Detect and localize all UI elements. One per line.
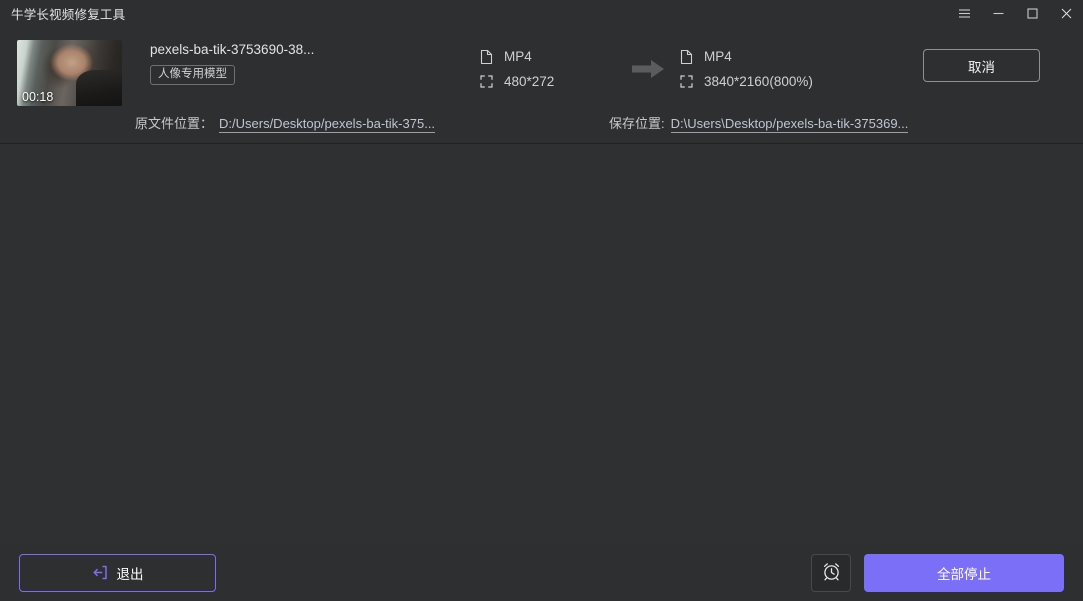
output-resolution-row: 3840*2160(800%) bbox=[678, 69, 878, 94]
output-path-link[interactable]: D:\Users\Desktop/pexels-ba-tik-375369... bbox=[670, 116, 909, 133]
source-resolution-row: 480*272 bbox=[478, 69, 618, 94]
source-path-link[interactable]: D:/Users/Desktop/pexels-ba-tik-375... bbox=[219, 116, 436, 133]
resize-icon bbox=[678, 73, 695, 90]
cancel-button-wrap: 取消 bbox=[923, 40, 1083, 82]
output-format-block: MP4 3840*2160(800%) bbox=[678, 40, 878, 94]
close-button[interactable] bbox=[1049, 0, 1083, 26]
output-path-label: 保存位置: bbox=[609, 116, 665, 131]
maximize-icon bbox=[1025, 6, 1040, 21]
output-resolution-value: 3840*2160(800%) bbox=[704, 74, 813, 89]
file-icon bbox=[678, 48, 695, 65]
title-bar: 牛学长视频修复工具 bbox=[0, 0, 1083, 26]
resize-icon bbox=[478, 73, 495, 90]
menu-button[interactable] bbox=[947, 0, 981, 26]
output-format-row: MP4 bbox=[678, 44, 878, 69]
app-window: 牛学长视频修复工具 00:18 pexels-ba-tik-3753690-38… bbox=[0, 0, 1083, 601]
close-icon bbox=[1059, 6, 1074, 21]
source-path-label: 原文件位置： bbox=[135, 116, 214, 131]
source-resolution-value: 480*272 bbox=[504, 74, 555, 89]
hamburger-icon bbox=[957, 6, 972, 21]
alarm-clock-icon bbox=[821, 561, 842, 585]
timer-button[interactable] bbox=[811, 553, 851, 592]
source-format-block: MP4 480*272 bbox=[478, 40, 618, 94]
conversion-arrow bbox=[618, 40, 678, 85]
task-list-area bbox=[0, 144, 1083, 544]
video-duration: 00:18 bbox=[22, 90, 54, 104]
paths-row: 原文件位置： D:/Users/Desktop/pexels-ba-tik-37… bbox=[0, 110, 1083, 136]
output-format-value: MP4 bbox=[704, 49, 732, 64]
arrow-right-icon bbox=[631, 58, 665, 85]
stop-all-button[interactable]: 全部停止 bbox=[864, 553, 1064, 592]
model-badge: 人像专用模型 bbox=[150, 65, 235, 86]
source-format-value: MP4 bbox=[504, 49, 532, 64]
maximize-button[interactable] bbox=[1015, 0, 1049, 26]
file-icon bbox=[478, 48, 495, 65]
exit-button-label: 退出 bbox=[116, 566, 144, 582]
app-title: 牛学长视频修复工具 bbox=[11, 7, 126, 22]
source-path-group: 原文件位置： D:/Users/Desktop/pexels-ba-tik-37… bbox=[135, 113, 436, 133]
task-card-top: 00:18 pexels-ba-tik-3753690-38... 人像专用模型… bbox=[0, 26, 1083, 106]
minimize-button[interactable] bbox=[981, 0, 1015, 26]
video-thumbnail[interactable]: 00:18 bbox=[17, 40, 122, 106]
window-controls bbox=[947, 0, 1083, 26]
file-name: pexels-ba-tik-3753690-38... bbox=[150, 42, 315, 57]
exit-button[interactable]: 退出 bbox=[19, 553, 216, 592]
source-format-row: MP4 bbox=[478, 44, 618, 69]
cancel-button[interactable]: 取消 bbox=[923, 49, 1040, 82]
exit-icon bbox=[92, 564, 109, 581]
footer-bar: 退出 全部停止 bbox=[0, 544, 1083, 601]
output-path-group: 保存位置: D:\Users\Desktop/pexels-ba-tik-375… bbox=[609, 113, 909, 133]
minimize-icon bbox=[991, 6, 1006, 21]
footer-actions: 全部停止 bbox=[811, 553, 1064, 592]
task-card: 00:18 pexels-ba-tik-3753690-38... 人像专用模型… bbox=[0, 26, 1083, 144]
task-meta: pexels-ba-tik-3753690-38... 人像专用模型 bbox=[150, 40, 470, 86]
